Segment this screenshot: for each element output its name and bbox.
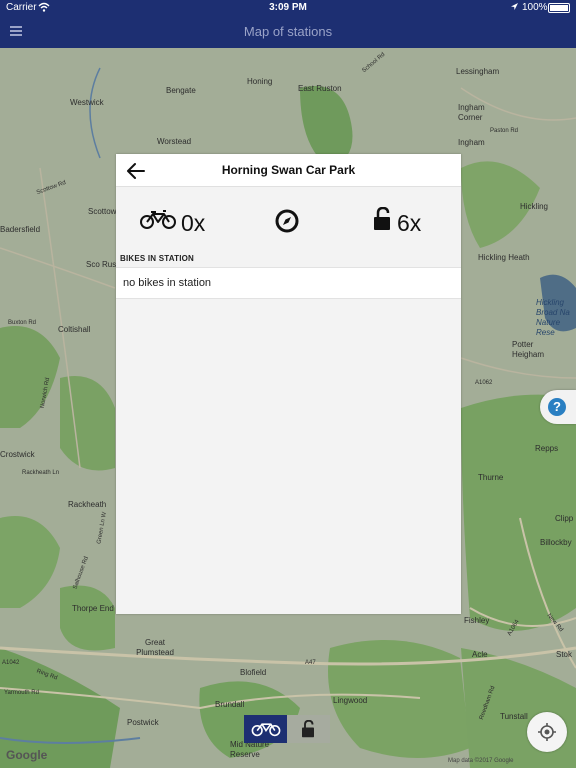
compass-icon[interactable] bbox=[275, 209, 299, 238]
map-road-label: Paston Rd bbox=[490, 128, 519, 134]
map-place-label: Badersfield bbox=[0, 225, 41, 234]
locate-me-button[interactable] bbox=[527, 712, 567, 752]
help-icon: ? bbox=[548, 398, 566, 416]
map-place-label: Billockby bbox=[540, 538, 572, 547]
map-road-label: A1042 bbox=[2, 660, 20, 666]
station-stats: 0x 6x bbox=[116, 188, 461, 252]
map-place-label: Scottow bbox=[88, 207, 117, 216]
map-road-label: Buxton Rd bbox=[8, 320, 37, 326]
map-road-label: A1062 bbox=[475, 380, 493, 386]
battery-icon bbox=[548, 3, 570, 13]
map-attribution[interactable]: Map data ©2017 Google bbox=[448, 758, 513, 764]
bicycle-icon bbox=[140, 210, 176, 235]
section-header: BIKES IN STATION bbox=[120, 254, 195, 263]
map-place-label: Ingham Corner bbox=[458, 103, 485, 122]
unlock-icon bbox=[373, 206, 391, 236]
map-place-label: Tunstall bbox=[500, 712, 528, 721]
station-detail-modal: Horning Swan Car Park 0x 6x BIKES IN STA… bbox=[116, 154, 461, 614]
map-place-label: Potter Heigham bbox=[512, 340, 545, 359]
map-place-label: Worstead bbox=[157, 137, 192, 146]
map-place-label: Fishley bbox=[464, 616, 490, 625]
map-place-label: Clipp bbox=[555, 514, 574, 523]
map-place-label: Thurne bbox=[478, 473, 504, 482]
locks-mode-button[interactable] bbox=[287, 715, 330, 743]
map-place-label: Hickling Broad Na Nature Rese bbox=[536, 298, 570, 337]
map-road-label: Rackheath Ln bbox=[22, 470, 60, 476]
map-place-label: Lessingham bbox=[456, 67, 500, 76]
unlock-icon bbox=[302, 720, 314, 738]
map-place-label: Coltishall bbox=[58, 325, 91, 334]
map-place-label: Mid Nature Reserve bbox=[230, 740, 270, 759]
map-place-label: Thorpe End bbox=[72, 604, 114, 613]
status-bar: Carrier 3:09 PM 100% bbox=[0, 0, 576, 16]
battery-percent: 100% bbox=[522, 2, 548, 13]
map-place-label: Westwick bbox=[70, 98, 104, 107]
map-road-label: A47 bbox=[305, 660, 316, 666]
map-place-label: East Ruston bbox=[298, 84, 342, 93]
map-place-label: Hickling Heath bbox=[478, 253, 530, 262]
help-button[interactable]: ? bbox=[540, 390, 576, 424]
map-place-label: Brundall bbox=[215, 700, 245, 709]
map-place-label: Rackheath bbox=[68, 500, 107, 509]
empty-state-text: no bikes in station bbox=[123, 277, 212, 289]
map-place-label: Ingham bbox=[458, 138, 485, 147]
navigation-bar: Map of stations bbox=[0, 16, 576, 48]
bicycle-icon bbox=[251, 723, 281, 737]
modal-header: Horning Swan Car Park bbox=[116, 154, 461, 187]
map-place-label: Repps bbox=[535, 444, 559, 453]
station-name: Horning Swan Car Park bbox=[221, 163, 356, 177]
bikes-count: 0x bbox=[181, 210, 206, 236]
google-logo: Google bbox=[6, 748, 48, 762]
location-arrow-icon bbox=[510, 2, 519, 14]
map-place-label: Lingwood bbox=[333, 696, 368, 705]
locate-icon bbox=[538, 723, 556, 741]
clock: 3:09 PM bbox=[269, 2, 307, 13]
list-item: no bikes in station bbox=[116, 267, 461, 299]
map-place-label: Hickling bbox=[520, 202, 549, 211]
map-place-label: Honing bbox=[247, 77, 273, 86]
map-place-label: Blofield bbox=[240, 668, 267, 677]
map-place-label: Crostwick bbox=[0, 450, 35, 459]
map-road-label: Yarmouth Rd bbox=[4, 690, 39, 696]
locks-count: 6x bbox=[397, 210, 422, 236]
map-place-label: Stok bbox=[556, 650, 573, 659]
map-place-label: Postwick bbox=[127, 718, 159, 727]
map-place-label: Acle bbox=[472, 650, 488, 659]
map-place-label: Bengate bbox=[166, 86, 196, 95]
map-place-label: Great Plumstead bbox=[136, 638, 174, 657]
page-title: Map of stations bbox=[243, 24, 333, 39]
mode-toggle bbox=[244, 715, 330, 743]
bikes-mode-button[interactable] bbox=[244, 715, 287, 743]
